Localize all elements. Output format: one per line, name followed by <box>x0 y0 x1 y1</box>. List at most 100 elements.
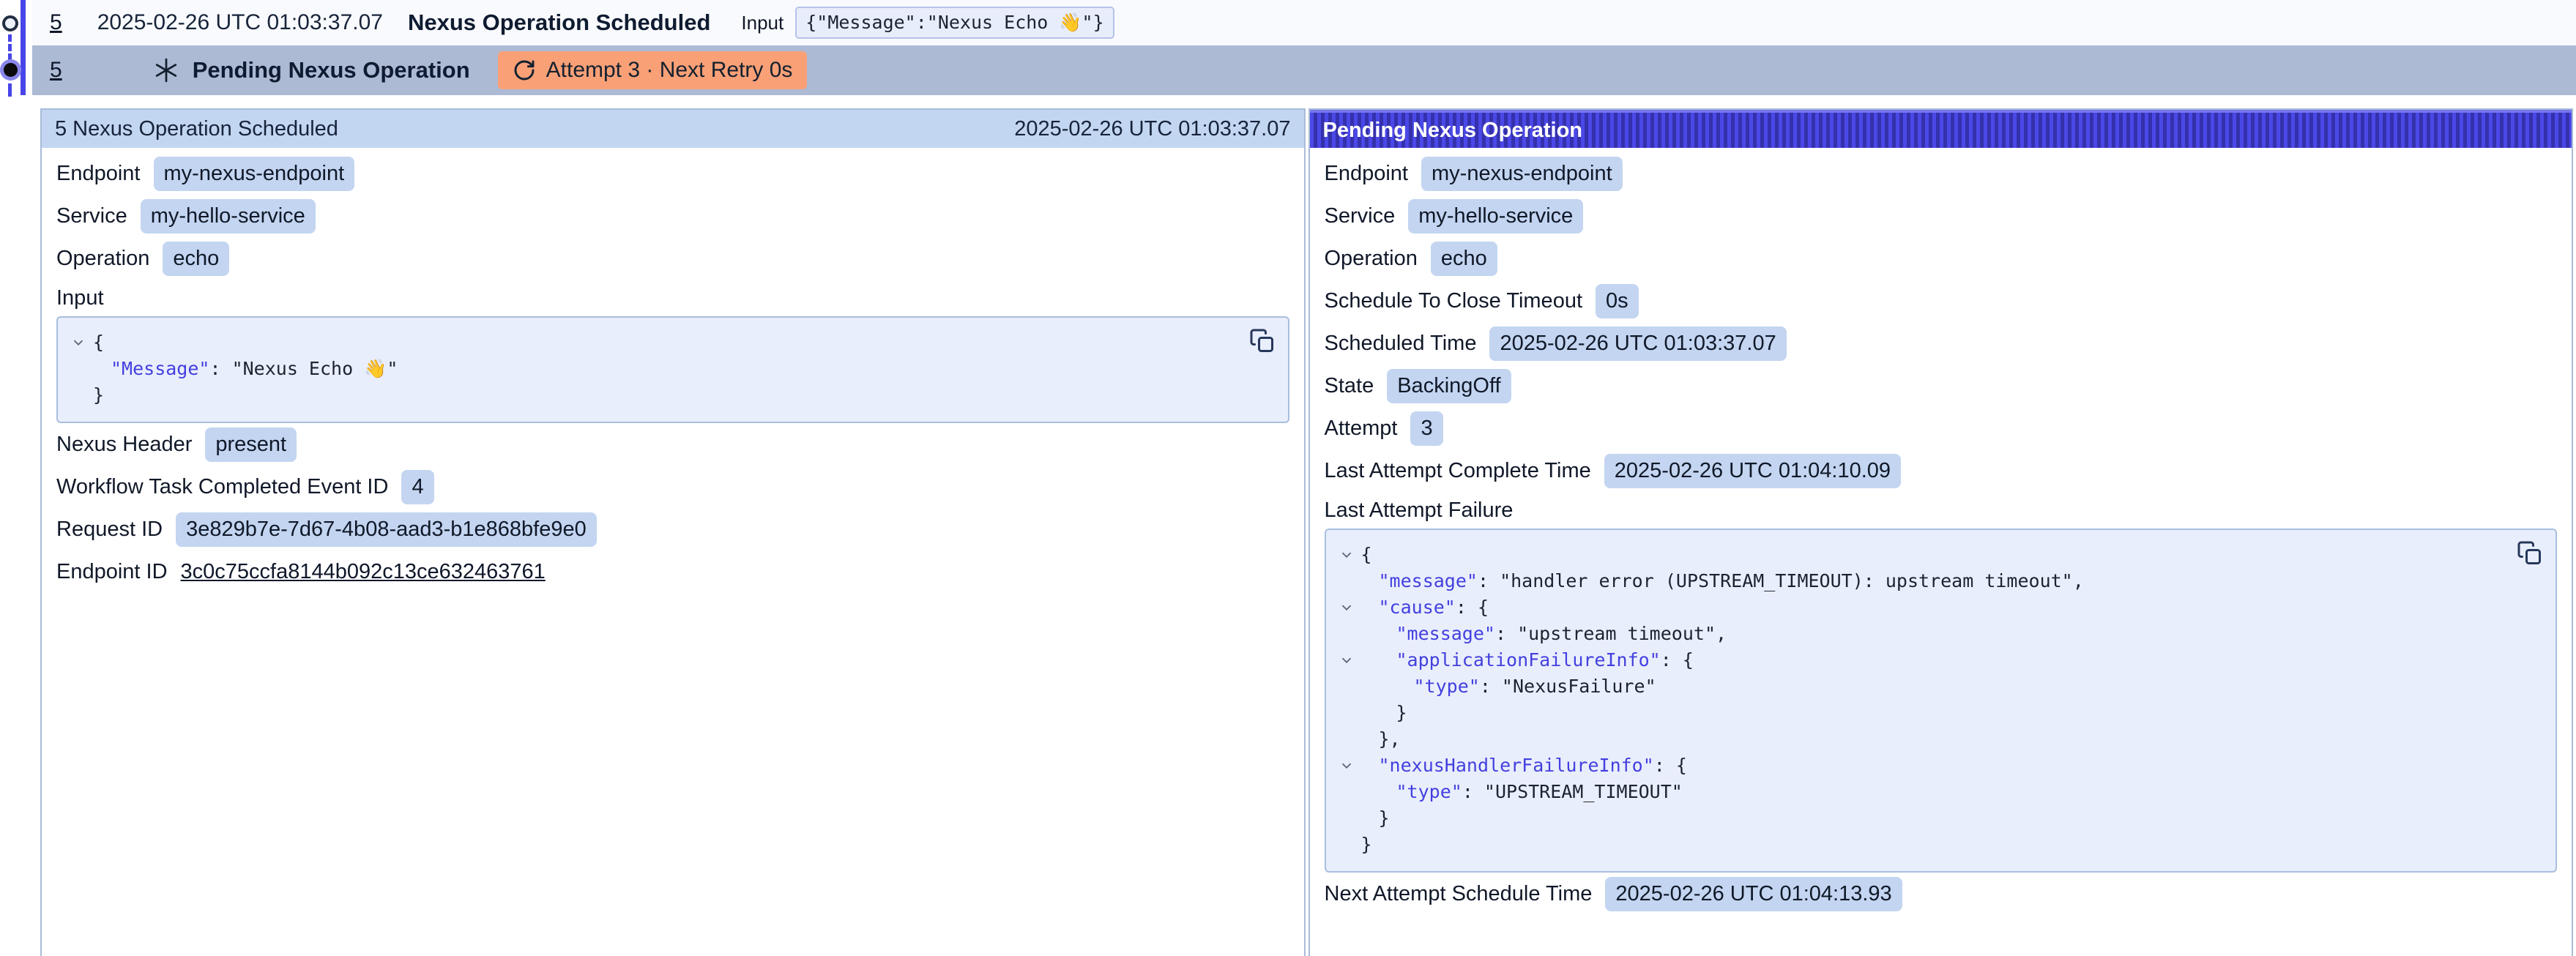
field-row: Endpoint ID 3c0c75ccfa8144b092c13ce632463… <box>56 550 1289 593</box>
field-row: Operation echo <box>1325 237 2558 280</box>
json-collapse-caret-icon[interactable] <box>1332 542 1361 568</box>
json-code-line: "applicationFailureInfo": { <box>1332 647 2512 673</box>
pending-panel-body: Endpoint my-nexus-endpoint Service my-hello… <box>1310 148 2572 930</box>
field-label: Request ID <box>56 518 163 542</box>
attempt-retry-badge: Attempt 3 · Next Retry 0s <box>498 51 808 89</box>
pending-operation-panel: Pending Nexus Operation Endpointmy-nexus… <box>1309 108 2574 956</box>
field-row: Scheduled Time2025-02-26 UTC 01:03:37.07 <box>1325 322 2558 365</box>
field-value-chip: echo <box>1431 242 1497 276</box>
json-code-text: "cause": { <box>1361 594 1489 621</box>
scheduled-event-panel: 5 Nexus Operation Scheduled 2025-02-26 U… <box>40 108 1306 956</box>
field-label: Operation <box>1325 247 1418 271</box>
event-id-link[interactable]: 5 <box>50 10 62 35</box>
field-label: Attempt <box>1325 417 1398 441</box>
json-code-text: "type": "UPSTREAM_TIMEOUT" <box>1361 779 1683 805</box>
timeline-dashed-connector <box>8 34 12 61</box>
field-row: Service my-hello-service <box>1325 195 2558 237</box>
field-label: Service <box>1325 204 1396 228</box>
scheduled-panel-body: Endpointmy-nexus-endpointServicemy-hello… <box>42 148 1304 608</box>
json-code-line: "cause": { <box>1332 594 2512 621</box>
json-code-line: } <box>1332 805 2512 832</box>
json-gutter <box>64 382 93 408</box>
json-code-line: "message": "upstream timeout", <box>1332 621 2512 647</box>
event-row-nexus-operation-scheduled[interactable]: 5 2025-02-26 UTC 01:03:37.07 Nexus Opera… <box>32 0 2576 45</box>
field-value-chip: my-hello-service <box>141 199 316 234</box>
field-value-chip: my-nexus-endpoint <box>1421 157 1623 191</box>
json-code-line: { <box>64 329 1244 356</box>
copy-icon[interactable] <box>1248 328 1276 356</box>
field-value-chip: 4 <box>401 470 433 504</box>
field-label: Service <box>56 204 127 228</box>
field-value-chip: 2025-02-26 UTC 01:04:13.93 <box>1605 877 1902 911</box>
field-row: Service my-hello-service <box>56 195 1289 237</box>
json-code-text: "nexusHandlerFailureInfo": { <box>1361 753 1687 779</box>
json-code-line: "nexusHandlerFailureInfo": { <box>1332 753 2512 779</box>
timeline-event-dot-selected <box>4 63 18 77</box>
json-code-text: { <box>93 329 104 356</box>
json-code-line: } <box>64 382 1244 408</box>
field-value-chip: 0s <box>1596 284 1639 318</box>
input-json-viewer: {"Message": "Nexus Echo 👋"} <box>56 316 1289 423</box>
field-label: Workflow Task Completed Event ID <box>56 475 388 499</box>
event-history-view: 5 2025-02-26 UTC 01:03:37.07 Nexus Opera… <box>0 0 2576 956</box>
json-code-text: "type": "NexusFailure" <box>1361 673 1656 700</box>
field-label: Nexus Header <box>56 433 192 457</box>
json-gutter <box>1332 779 1361 805</box>
scheduled-panel-header: 5 Nexus Operation Scheduled 2025-02-26 U… <box>42 110 1304 148</box>
field-list: Endpointmy-nexus-endpointServicemy-hello… <box>56 152 1289 280</box>
event-detail-panels: 5 Nexus Operation Scheduled 2025-02-26 U… <box>40 108 2573 956</box>
json-code-line: } <box>1332 832 2512 858</box>
json-code-line: "type": "NexusFailure" <box>1332 673 2512 700</box>
field-label: Endpoint <box>1325 162 1409 186</box>
event-row-pending-nexus-operation[interactable]: 5 Pending Nexus Operation Attempt 3 · Ne… <box>32 45 2576 95</box>
json-code-text: } <box>93 382 104 408</box>
field-value-chip: BackingOff <box>1387 369 1511 403</box>
event-id-link[interactable]: 5 <box>50 58 62 83</box>
json-code-text: "message": "upstream timeout", <box>1361 621 1727 647</box>
field-value-chip: 3e829b7e-7d67-4b08-aad3-b1e868bfe9e0 <box>176 512 597 547</box>
field-list: Next Attempt Schedule Time 2025-02-26 UTC… <box>1325 873 2558 915</box>
copy-icon[interactable] <box>2516 540 2544 568</box>
field-row: Attempt 3 <box>1325 407 2558 449</box>
field-row: StateBackingOff <box>1325 365 2558 407</box>
json-collapse-caret-icon[interactable] <box>1332 753 1361 779</box>
field-value-chip: my-nexus-endpoint <box>154 157 355 191</box>
field-row: Nexus Header present <box>56 423 1289 466</box>
field-row: Request ID 3e829b7e-7d67-4b08-aad3-b1e868… <box>56 508 1289 550</box>
json-gutter <box>1332 832 1361 858</box>
json-code-text: "Message": "Nexus Echo 👋" <box>93 356 398 382</box>
field-list: Nexus Header present Workflow Task Complet… <box>56 423 1289 593</box>
timeline-event-dot-open <box>2 15 18 31</box>
json-collapse-caret-icon[interactable] <box>64 329 93 356</box>
field-value-chip: my-hello-service <box>1408 199 1583 234</box>
json-collapse-caret-icon[interactable] <box>1332 647 1361 673</box>
json-collapse-caret-icon[interactable] <box>1332 594 1361 621</box>
json-code-line: "message": "handler error (UPSTREAM_TIME… <box>1332 568 2512 594</box>
field-value-link[interactable]: 3c0c75ccfa8144b092c13ce632463761 <box>181 560 546 584</box>
field-row: Operationecho <box>56 237 1289 280</box>
json-gutter <box>1332 673 1361 700</box>
pending-asterisk-icon <box>153 57 179 83</box>
json-code-line: "type": "UPSTREAM_TIMEOUT" <box>1332 779 2512 805</box>
json-code-text: } <box>1361 700 1407 726</box>
retry-icon <box>513 59 536 82</box>
event-timestamp: 2025-02-26 UTC 01:03:37.07 <box>97 10 383 35</box>
field-label: Last Attempt Complete Time <box>1325 459 1591 483</box>
input-label: Input <box>741 12 783 34</box>
timeline-dashed-connector <box>8 83 12 97</box>
json-code-text: "message": "handler error (UPSTREAM_TIME… <box>1361 568 2084 594</box>
json-gutter <box>64 356 93 382</box>
spacer <box>0 95 2576 108</box>
field-label: Next Attempt Schedule Time <box>1325 882 1593 906</box>
field-row: Last Attempt Complete Time2025-02-26 UTC… <box>1325 449 2558 492</box>
field-row: Endpoint my-nexus-endpoint <box>1325 152 2558 195</box>
json-code-line: } <box>1332 700 2512 726</box>
field-row: Next Attempt Schedule Time 2025-02-26 UTC… <box>1325 873 2558 915</box>
field-value-chip: 3 <box>1410 411 1443 446</box>
field-label: Endpoint ID <box>56 560 168 584</box>
json-gutter <box>1332 726 1361 753</box>
field-value-chip: present <box>205 427 297 462</box>
event-title: Nexus Operation Scheduled <box>408 10 710 36</box>
json-code-text: } <box>1361 832 1372 858</box>
json-code-text: }, <box>1361 726 1401 753</box>
